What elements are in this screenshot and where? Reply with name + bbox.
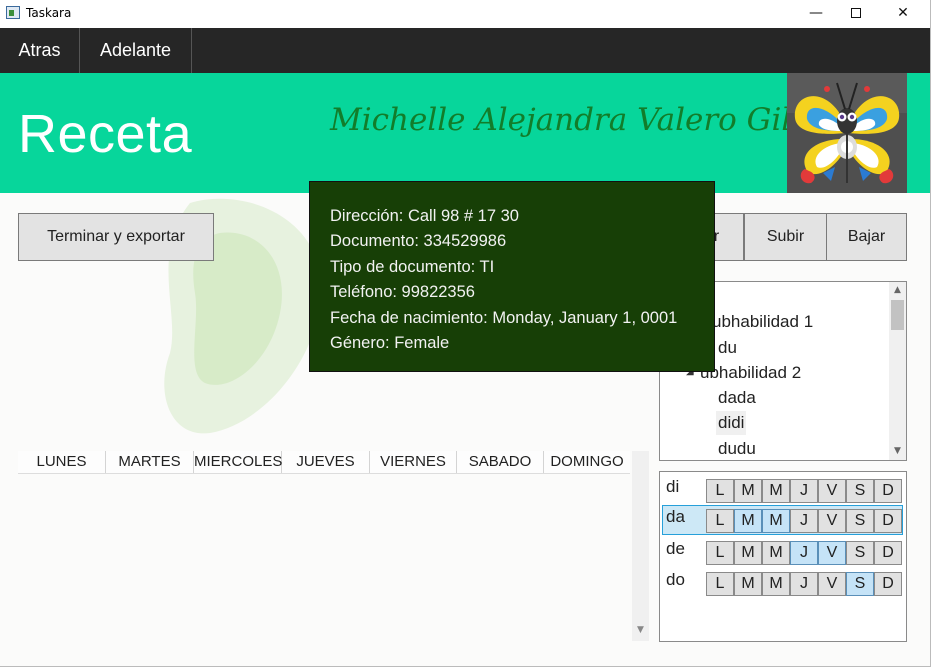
habit-label: de xyxy=(666,539,685,558)
habit-label: do xyxy=(666,570,685,589)
habit-label: di xyxy=(666,477,680,496)
day-header-sabado: SABADO xyxy=(457,451,544,473)
back-button[interactable]: Atras xyxy=(0,28,80,73)
page-title: Receta xyxy=(18,104,193,164)
scroll-down-icon[interactable]: ▼ xyxy=(889,443,906,460)
title-bar: Taskara — ✕ xyxy=(0,0,930,28)
tree-item-didi[interactable]: didi xyxy=(716,411,747,435)
maximize-icon xyxy=(851,8,861,18)
day-header-martes: MARTES xyxy=(106,451,194,473)
tree-item-dudu[interactable]: dudu xyxy=(718,437,756,460)
habit-label: da xyxy=(666,507,685,526)
day-toggle-d[interactable]: D xyxy=(874,509,902,533)
day-toggle-s[interactable]: S xyxy=(846,541,874,565)
tree-item-subhabilidad-1[interactable]: ubhabilidad 1 xyxy=(712,310,813,334)
habit-row-do[interactable]: do L M M J V S D xyxy=(662,568,903,598)
export-button[interactable]: Terminar y exportar xyxy=(18,213,214,261)
app-window: Taskara — ✕ Atras Adelante Receta Michel… xyxy=(0,0,931,667)
tree-item-subhabilidad-2[interactable]: ubhabilidad 2 xyxy=(700,361,801,385)
tree-item-label: ubhabilidad 1 xyxy=(712,312,814,331)
tooltip-phone: Teléfono: 99822356 xyxy=(330,283,475,302)
page-header: Receta Michelle Alejandra Valero Gil xyxy=(0,73,930,193)
day-toggle-m[interactable]: M xyxy=(734,479,762,503)
forward-button[interactable]: Adelante xyxy=(80,28,192,73)
avatar xyxy=(787,73,907,193)
day-toggle-m2[interactable]: M xyxy=(762,572,790,596)
tooltip-gender: Género: Female xyxy=(330,333,450,352)
minimize-button[interactable]: — xyxy=(793,0,839,28)
tree-item-label: dada xyxy=(718,388,756,407)
day-header-domingo: DOMINGO xyxy=(550,453,624,470)
maximize-button[interactable] xyxy=(834,0,880,28)
schedule-scrollbar[interactable]: ▼ xyxy=(632,451,649,641)
tree-item-label: dudu xyxy=(718,439,756,458)
day-toggle-m2[interactable]: M xyxy=(762,479,790,503)
day-toggle-m[interactable]: M xyxy=(734,541,762,565)
day-header-miercoles: MIERCOLES xyxy=(194,451,282,473)
tree-item-dada[interactable]: dada xyxy=(718,386,756,410)
user-name[interactable]: Michelle Alejandra Valero Gil xyxy=(330,102,791,138)
habit-row-de[interactable]: de L M M J V S D xyxy=(662,537,903,567)
day-toggle-j[interactable]: J xyxy=(790,572,818,596)
tree-item-label: ubhabilidad 2 xyxy=(700,363,802,382)
tree-item-label: du xyxy=(718,338,737,357)
day-toggle-s[interactable]: S xyxy=(846,509,874,533)
day-toggle-j[interactable]: J xyxy=(790,541,818,565)
close-icon: ✕ xyxy=(897,5,909,21)
day-toggle-d[interactable]: D xyxy=(874,479,902,503)
scroll-up-icon[interactable]: ▲ xyxy=(889,282,906,299)
habit-row-di[interactable]: di L M M J V S D xyxy=(662,475,903,505)
habits-list: di L M M J V S D da L M M J V S D de L M… xyxy=(659,471,907,642)
day-toggle-l[interactable]: L xyxy=(706,572,734,596)
day-toggle-m[interactable]: M xyxy=(734,572,762,596)
tooltip-birthdate: Fecha de nacimiento: Monday, January 1, … xyxy=(330,308,678,327)
tooltip-document-type: Tipo de documento: TI xyxy=(330,257,495,276)
day-toggle-v[interactable]: V xyxy=(818,509,846,533)
tree-item-du[interactable]: du xyxy=(718,336,737,360)
day-toggle-d[interactable]: D xyxy=(874,572,902,596)
tree-item-label: didi xyxy=(718,413,745,432)
day-toggle-j[interactable]: J xyxy=(790,479,818,503)
tooltip-document: Documento: 334529986 xyxy=(330,232,507,251)
tooltip-address: Dirección: Call 98 # 17 30 xyxy=(330,207,519,225)
scroll-down-icon[interactable]: ▼ xyxy=(632,625,649,635)
day-header-viernes: VIERNES xyxy=(370,451,457,473)
day-toggle-l[interactable]: L xyxy=(706,541,734,565)
butterfly-avatar-icon xyxy=(787,73,907,193)
day-toggle-s[interactable]: S xyxy=(846,572,874,596)
day-toggle-j[interactable]: J xyxy=(790,509,818,533)
day-toggle-s[interactable]: S xyxy=(846,479,874,503)
nav-bar: Atras Adelante xyxy=(0,28,930,73)
day-header-lunes: LUNES xyxy=(18,451,106,473)
day-toggle-v[interactable]: V xyxy=(818,479,846,503)
day-toggle-v[interactable]: V xyxy=(818,541,846,565)
move-up-button[interactable]: Subir xyxy=(744,213,827,261)
day-toggle-m[interactable]: M xyxy=(734,509,762,533)
close-button[interactable]: ✕ xyxy=(880,0,926,28)
minimize-icon: — xyxy=(809,5,823,21)
day-toggle-l[interactable]: L xyxy=(706,509,734,533)
day-toggle-m2[interactable]: M xyxy=(762,509,790,533)
habit-row-da[interactable]: da L M M J V S D xyxy=(662,505,903,535)
day-toggle-v[interactable]: V xyxy=(818,572,846,596)
day-header-jueves: JUEVES xyxy=(282,451,370,473)
window-title: Taskara xyxy=(26,6,72,20)
tree-scrollbar[interactable]: ▲ ▼ xyxy=(889,282,906,460)
week-header: LUNES MARTES MIERCOLES JUEVES VIERNES SA… xyxy=(18,451,630,474)
day-toggle-m2[interactable]: M xyxy=(762,541,790,565)
day-toggle-l[interactable]: L xyxy=(706,479,734,503)
app-icon xyxy=(6,6,20,19)
move-down-button[interactable]: Bajar xyxy=(826,213,907,261)
day-toggle-d[interactable]: D xyxy=(874,541,902,565)
scroll-thumb[interactable] xyxy=(891,300,904,330)
user-info-tooltip: Dirección: Call 98 # 17 30 Documento: 33… xyxy=(309,181,715,372)
